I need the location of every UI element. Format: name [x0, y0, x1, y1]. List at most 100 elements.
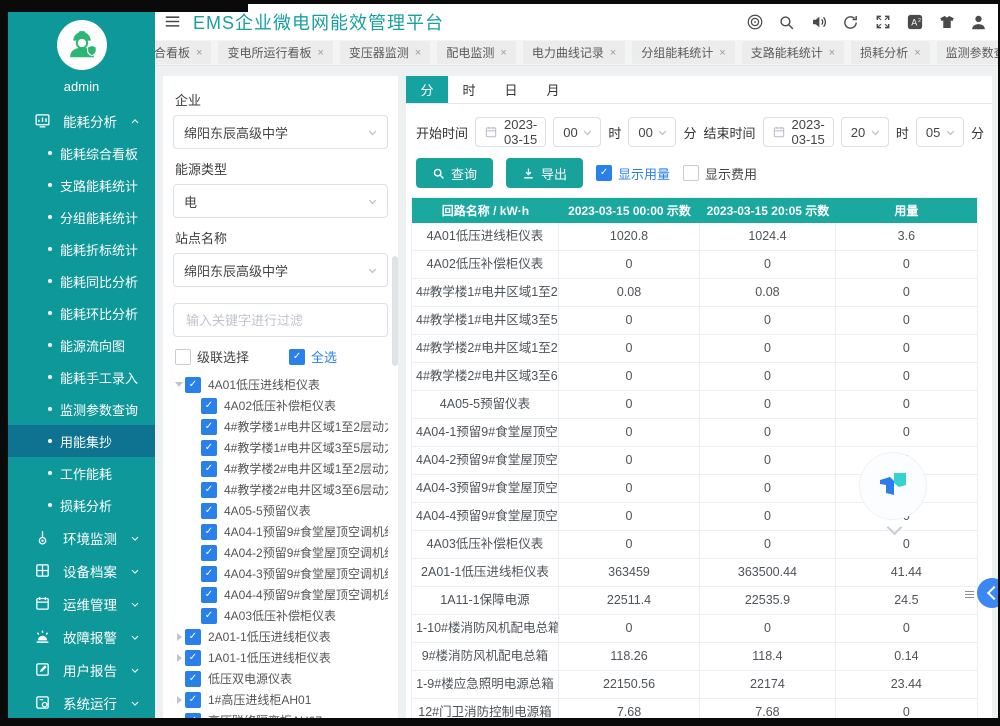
tree-node-checkbox[interactable]: [201, 482, 217, 498]
cascade-checkbox[interactable]: [175, 349, 191, 365]
open-tab[interactable]: 支路能耗统计×: [742, 41, 844, 64]
query-button[interactable]: 查询: [416, 158, 493, 188]
tree-node[interactable]: 4#教学楼1#电井区域3至5层动力仪表: [173, 437, 388, 458]
tree-node[interactable]: 4A04-4预留9#食堂屋顶空调机组仪表: [173, 584, 388, 605]
close-tab-icon[interactable]: ×: [500, 47, 506, 59]
tree-node[interactable]: 4A04-1预留9#食堂屋顶空调机组仪表: [173, 521, 388, 542]
table-row[interactable]: 2A01-1低压进线柜仪表363459363500.4441.44: [412, 559, 977, 587]
tree-node[interactable]: 4#教学楼2#电井区域1至2层动力仪表: [173, 458, 388, 479]
tree-node-checkbox[interactable]: [201, 524, 217, 540]
select-all-checkbox[interactable]: [289, 349, 305, 365]
sidebar-group-1[interactable]: 能耗分析: [8, 104, 155, 137]
show-usage-checkbox[interactable]: [596, 165, 612, 181]
theme-shirt-icon[interactable]: [937, 13, 956, 32]
close-tab-icon[interactable]: ×: [914, 47, 920, 59]
table-row[interactable]: 4A05-5预留仪表000: [412, 391, 977, 419]
start-minute-select[interactable]: 00: [628, 117, 676, 147]
tree-node[interactable]: 4A01低压进线柜仪表: [173, 374, 388, 395]
tree-node[interactable]: 低压双电源仪表: [173, 668, 388, 689]
sidebar-item[interactable]: 能耗同比分析: [8, 265, 155, 297]
tree-node[interactable]: 2A01-1低压进线柜仪表: [173, 626, 388, 647]
table-row[interactable]: 9#楼消防风机配电总箱118.26118.40.14: [412, 643, 977, 671]
sidebar-item[interactable]: 监测参数查询: [8, 393, 155, 425]
drag-grip-icon[interactable]: [965, 589, 974, 600]
refresh-icon[interactable]: [841, 13, 860, 32]
period-tab-月[interactable]: 月: [532, 76, 574, 103]
tree-node[interactable]: 4A05-5预留仪表: [173, 500, 388, 521]
station-select[interactable]: 绵阳东辰高级中学: [173, 253, 388, 287]
tree-node-checkbox[interactable]: [201, 503, 217, 519]
tree-node-checkbox[interactable]: [185, 629, 201, 645]
sidebar-item[interactable]: 能耗综合看板: [8, 137, 155, 169]
sidebar-group-4[interactable]: 运维管理: [8, 587, 155, 620]
open-tab[interactable]: 变压器监测×: [340, 41, 430, 64]
open-tab[interactable]: 电力曲线记录×: [523, 41, 625, 64]
tree-node-checkbox[interactable]: [201, 419, 217, 435]
sidebar-item[interactable]: 能耗环比分析: [8, 297, 155, 329]
close-tab-icon[interactable]: ×: [719, 47, 725, 59]
tree-node-checkbox[interactable]: [185, 377, 201, 393]
end-minute-select[interactable]: 05: [916, 117, 964, 147]
tree-node[interactable]: 高压联络隔离柜AH07: [173, 710, 388, 718]
table-row[interactable]: 1A11-1保障电源22511.422535.924.5: [412, 587, 977, 615]
tree-node-checkbox[interactable]: [201, 398, 217, 414]
tree-node-checkbox[interactable]: [201, 566, 217, 582]
table-row[interactable]: 12#门卫消防控制电源箱7.687.680: [412, 699, 977, 718]
translate-icon[interactable]: A2: [905, 13, 924, 32]
tree-scrollbar[interactable]: [392, 256, 398, 366]
search-icon[interactable]: [777, 13, 796, 32]
company-select[interactable]: 绵阳东辰高级中学: [173, 115, 388, 149]
tree-caret-down-icon[interactable]: [173, 382, 185, 387]
user-icon[interactable]: [969, 13, 988, 32]
tree-node[interactable]: 4#教学楼1#电井区域1至2层动力仪表: [173, 416, 388, 437]
sidebar-item[interactable]: 损耗分析: [8, 489, 155, 521]
tree-node[interactable]: 4A03低压补偿柜仪表: [173, 605, 388, 626]
close-tab-icon[interactable]: ×: [829, 47, 835, 59]
tree-filter-input[interactable]: [184, 312, 377, 329]
menu-icon[interactable]: [163, 12, 183, 32]
table-row[interactable]: 4#教学楼2#电井区域1至2层...000: [412, 335, 977, 363]
tree-caret-right-icon[interactable]: [173, 654, 185, 662]
period-tab-分[interactable]: 分: [406, 76, 448, 103]
show-cost-checkbox[interactable]: [683, 165, 699, 181]
sidebar-group-2[interactable]: 环境监测: [8, 521, 155, 554]
tree-node-checkbox[interactable]: [185, 671, 201, 687]
sidebar-group-7[interactable]: 系统运行: [8, 686, 155, 718]
tree-node[interactable]: 1A01-1低压进线柜仪表: [173, 647, 388, 668]
close-tab-icon[interactable]: ×: [610, 47, 616, 59]
tree-node[interactable]: 1#高压进线柜AH01: [173, 689, 388, 710]
table-row[interactable]: 4A02低压补偿柜仪表000: [412, 251, 977, 279]
table-row[interactable]: 4A03低压补偿柜仪表000: [412, 531, 977, 559]
start-date-input[interactable]: 2023-03-15: [475, 117, 546, 147]
table-row[interactable]: 4A01低压进线柜仪表1020.81024.43.6: [412, 223, 977, 251]
tree-node-checkbox[interactable]: [185, 692, 201, 708]
period-tab-日[interactable]: 日: [490, 76, 532, 103]
tree-node-checkbox[interactable]: [201, 587, 217, 603]
sidebar-item[interactable]: 分组能耗统计: [8, 201, 155, 233]
aperture-icon[interactable]: [745, 13, 764, 32]
fullscreen-icon[interactable]: [873, 13, 892, 32]
sidebar-item[interactable]: 工作能耗: [8, 457, 155, 489]
tree-node[interactable]: 4#教学楼2#电井区域3至6层动力仪表: [173, 479, 388, 500]
open-tab[interactable]: 分组能耗统计×: [632, 41, 734, 64]
sidebar-item[interactable]: 能耗折标统计: [8, 233, 155, 265]
period-tab-时[interactable]: 时: [448, 76, 490, 103]
tree-caret-right-icon[interactable]: [173, 696, 185, 704]
tree-node-checkbox[interactable]: [201, 608, 217, 624]
export-button[interactable]: 导出: [506, 158, 583, 188]
sidebar-item[interactable]: 能耗手工录入: [8, 361, 155, 393]
table-row[interactable]: 1-9#楼应急照明电源总箱22150.562217423.44: [412, 671, 977, 699]
tree-node[interactable]: 4A02低压补偿柜仪表: [173, 395, 388, 416]
end-date-input[interactable]: 2023-03-15: [763, 117, 834, 147]
tree-node-checkbox[interactable]: [201, 545, 217, 561]
close-tab-icon[interactable]: ×: [317, 47, 323, 59]
open-tab[interactable]: 损耗分析×: [851, 41, 929, 64]
tree-caret-right-icon[interactable]: [173, 633, 185, 641]
sidebar-group-6[interactable]: 用户报告: [8, 653, 155, 686]
table-row[interactable]: 4#教学楼2#电井区域3至6层...000: [412, 363, 977, 391]
tree-node-checkbox[interactable]: [201, 440, 217, 456]
open-tab[interactable]: 变电所运行看板×: [218, 41, 332, 64]
tree-node-checkbox[interactable]: [201, 461, 217, 477]
start-hour-select[interactable]: 00: [553, 117, 601, 147]
table-row[interactable]: 4#教学楼1#电井区域3至5层...000: [412, 307, 977, 335]
